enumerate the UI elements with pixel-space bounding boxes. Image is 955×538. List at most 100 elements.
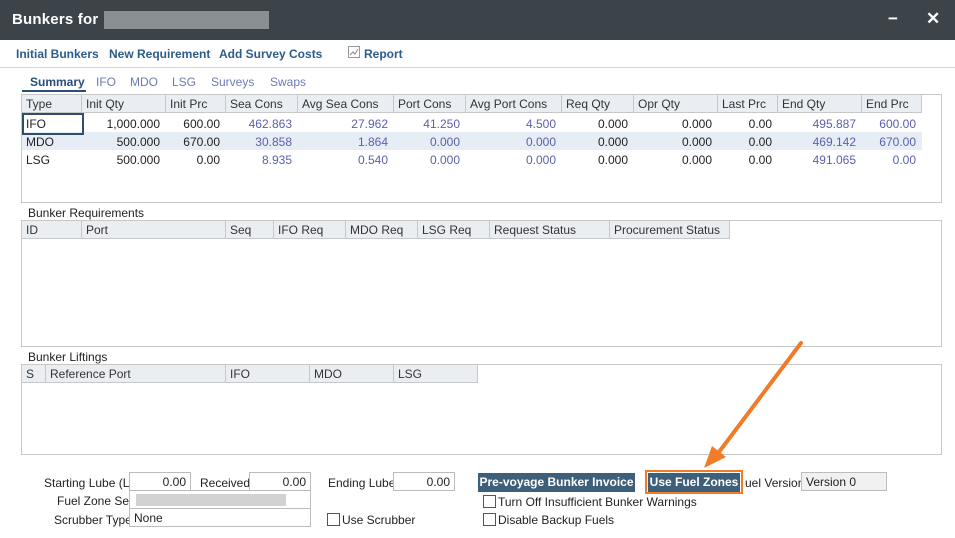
cell-req-qty: 0.000 — [597, 153, 628, 167]
tab-swaps[interactable]: Swaps — [270, 75, 306, 89]
cell-end-prc: 670.00 — [879, 135, 916, 149]
cell-init-prc: 670.00 — [183, 135, 220, 149]
col-mdo[interactable]: MDO — [310, 365, 394, 383]
cell-sea-cons: 462.863 — [248, 117, 292, 131]
cell-req-qty: 0.000 — [597, 117, 628, 131]
col-ifo[interactable]: IFO — [226, 365, 310, 383]
col-lsg[interactable]: LSG — [394, 365, 478, 383]
disable-backup-fuels-checkbox[interactable] — [483, 513, 496, 526]
cell-sea-cons: 30.858 — [255, 135, 292, 149]
ending-lube-field[interactable]: 0.00 — [393, 472, 455, 491]
cell-port-cons: 41.250 — [423, 117, 460, 131]
turn-off-warnings-checkbox[interactable] — [483, 495, 496, 508]
col-init-qty[interactable]: Init Qty — [82, 95, 166, 113]
col-ifo-req[interactable]: IFO Req — [274, 221, 346, 239]
report-button[interactable]: Report — [364, 47, 403, 61]
cell-req-qty: 0.000 — [597, 135, 628, 149]
close-icon[interactable]: ✕ — [926, 9, 940, 29]
pre-voyage-invoice-button[interactable]: Pre-voyage Bunker Invoice — [478, 473, 635, 492]
tab-mdo[interactable]: MDO — [130, 75, 158, 89]
cell-end-qty: 469.142 — [812, 135, 856, 149]
cell-type: IFO — [26, 117, 46, 131]
tab-ifo[interactable]: IFO — [96, 75, 116, 89]
cell-sea-cons: 8.935 — [261, 153, 292, 167]
ending-lube-label: Ending Lube — [328, 476, 396, 490]
received-field[interactable]: 0.00 — [249, 472, 311, 491]
col-procurement-status[interactable]: Procurement Status — [610, 221, 730, 239]
col-port-cons[interactable]: Port Cons — [394, 95, 466, 113]
scrubber-type-select[interactable]: None — [129, 508, 311, 527]
requirements-title: Bunker Requirements — [28, 206, 145, 220]
col-lsg-req[interactable]: LSG Req — [418, 221, 490, 239]
received-label: Received — [200, 476, 251, 490]
chart-icon — [348, 46, 360, 58]
disable-backup-fuels-label: Disable Backup Fuels — [498, 513, 615, 527]
use-scrubber-checkbox[interactable] — [327, 513, 340, 526]
col-end-qty[interactable]: End Qty — [778, 95, 862, 113]
cell-init-prc: 0.00 — [196, 153, 220, 167]
liftings-grid: S Reference Port IFO MDO LSG — [21, 364, 942, 455]
cell-port-cons: 0.000 — [429, 153, 460, 167]
cell-type: MDO — [26, 135, 54, 149]
cell-avg-sea-cons: 1.864 — [357, 135, 388, 149]
col-end-prc[interactable]: End Prc — [862, 95, 922, 113]
col-sea-cons[interactable]: Sea Cons — [226, 95, 298, 113]
redacted-fuel-zone — [136, 494, 286, 506]
cell-avg-port-cons: 0.000 — [525, 153, 556, 167]
cell-end-qty: 495.887 — [812, 117, 856, 131]
cell-last-prc: 0.00 — [748, 117, 772, 131]
col-s[interactable]: S — [22, 365, 46, 383]
add-survey-costs-button[interactable]: Add Survey Costs — [219, 47, 322, 61]
col-port[interactable]: Port — [82, 221, 226, 239]
cell-init-qty: 1,000.000 — [106, 117, 160, 131]
use-fuel-zones-button[interactable]: Use Fuel Zones — [648, 473, 740, 492]
cell-type: LSG — [26, 153, 51, 167]
col-request-status[interactable]: Request Status — [490, 221, 610, 239]
summary-grid: Type Init Qty Init Prc Sea Cons Avg Sea … — [21, 94, 942, 203]
cell-init-prc: 600.00 — [183, 117, 220, 131]
col-mdo-req[interactable]: MDO Req — [346, 221, 418, 239]
active-tab-indicator — [22, 90, 86, 92]
fuel-version-field[interactable]: Version 0 — [801, 472, 887, 491]
starting-lube-label: Starting Lube (L) — [44, 476, 134, 490]
cell-last-prc: 0.00 — [748, 153, 772, 167]
col-avg-sea-cons[interactable]: Avg Sea Cons — [298, 95, 394, 113]
col-opr-qty[interactable]: Opr Qty — [634, 95, 718, 113]
col-seq[interactable]: Seq — [226, 221, 274, 239]
cell-last-prc: 0.00 — [748, 135, 772, 149]
cell-avg-port-cons: 0.000 — [525, 135, 556, 149]
minimize-icon[interactable]: − — [888, 9, 898, 29]
cell-avg-port-cons: 4.500 — [525, 117, 556, 131]
cell-opr-qty: 0.000 — [681, 135, 712, 149]
starting-lube-field[interactable]: 0.00 — [129, 472, 191, 491]
col-id[interactable]: ID — [22, 221, 82, 239]
turn-off-warnings-label: Turn Off Insufficient Bunker Warnings — [498, 495, 697, 509]
requirements-grid: ID Port Seq IFO Req MDO Req LSG Req Requ… — [21, 220, 942, 347]
cell-init-qty: 500.000 — [116, 153, 160, 167]
tab-surveys[interactable]: Surveys — [211, 75, 254, 89]
tab-lsg[interactable]: LSG — [172, 75, 196, 89]
fuel-zone-set-field[interactable] — [129, 490, 311, 509]
cell-avg-sea-cons: 27.962 — [351, 117, 388, 131]
fuel-version-label: uel Version — [745, 476, 805, 490]
window-title: Bunkers for — [12, 11, 99, 28]
tab-summary[interactable]: Summary — [30, 75, 85, 89]
col-init-prc[interactable]: Init Prc — [166, 95, 226, 113]
cell-opr-qty: 0.000 — [681, 117, 712, 131]
cell-end-prc: 600.00 — [879, 117, 916, 131]
col-reference-port[interactable]: Reference Port — [46, 365, 226, 383]
cell-end-qty: 491.065 — [812, 153, 856, 167]
initial-bunkers-button[interactable]: Initial Bunkers — [16, 47, 99, 61]
cell-end-prc: 0.00 — [892, 153, 916, 167]
col-last-prc[interactable]: Last Prc — [718, 95, 778, 113]
col-req-qty[interactable]: Req Qty — [562, 95, 634, 113]
scrubber-type-label: Scrubber Type — [54, 513, 132, 527]
redacted-vessel-name — [104, 11, 269, 29]
use-scrubber-label: Use Scrubber — [342, 513, 416, 527]
col-avg-port-cons[interactable]: Avg Port Cons — [466, 95, 562, 113]
col-type[interactable]: Type — [22, 95, 82, 113]
cell-port-cons: 0.000 — [429, 135, 460, 149]
cell-init-qty: 500.000 — [116, 135, 160, 149]
new-requirement-button[interactable]: New Requirement — [109, 47, 210, 61]
toolbar: Initial Bunkers New Requirement Add Surv… — [0, 40, 955, 68]
